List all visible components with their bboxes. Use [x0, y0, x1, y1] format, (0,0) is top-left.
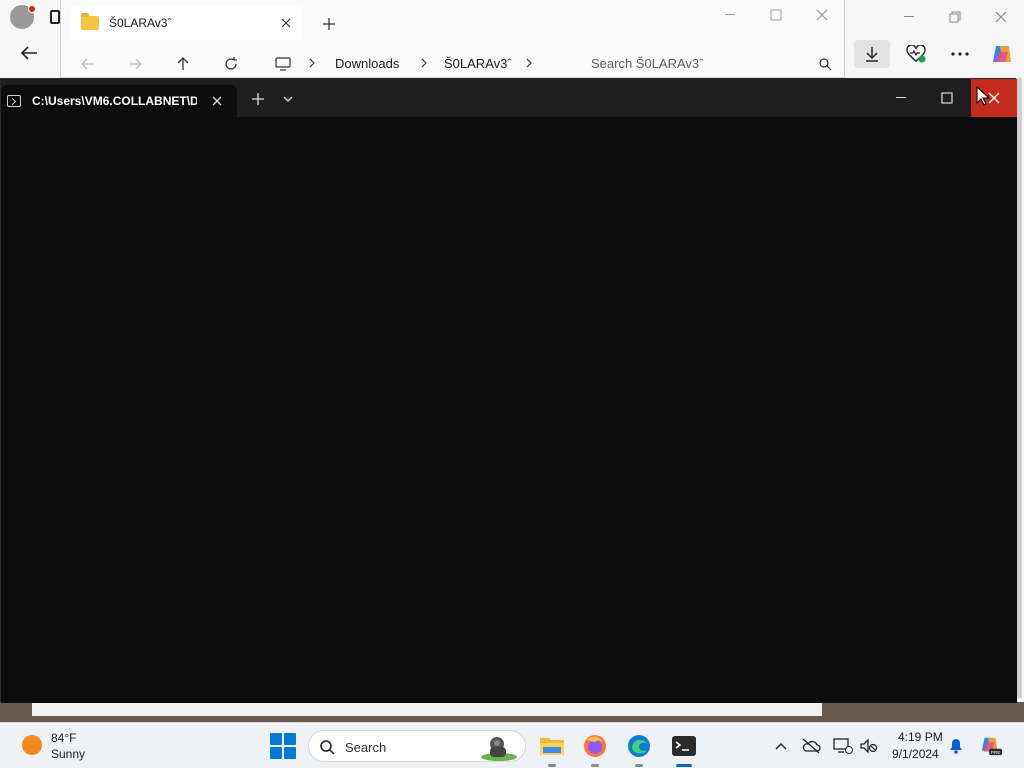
- weather-condition[interactable]: Sunny: [51, 747, 85, 761]
- explorer-tab-title: Š0LARAv3ˆ: [109, 16, 172, 30]
- clock-date[interactable]: 9/1/2024: [892, 747, 939, 761]
- browser-minimize-icon[interactable]: [895, 6, 925, 28]
- start-button[interactable]: [270, 733, 296, 759]
- copilot-icon[interactable]: [984, 40, 1020, 68]
- running-indicator: [635, 764, 643, 767]
- chevron-right-icon[interactable]: [523, 54, 535, 72]
- tab-actions-icon[interactable]: [50, 10, 60, 24]
- taskbar-search-placeholder: Search: [345, 740, 387, 755]
- chevron-right-icon[interactable]: [418, 54, 430, 72]
- terminal-minimize-icon[interactable]: [878, 79, 924, 117]
- nav-forward-icon[interactable]: [123, 52, 147, 76]
- file-explorer-window: Š0LARAv3ˆ Downloads Š0LARAv3ˆ Search Š0L…: [60, 0, 845, 78]
- file-explorer-taskbar-icon[interactable]: [537, 731, 567, 767]
- explorer-minimize-icon[interactable]: [713, 4, 749, 26]
- search-highlight-icon: [479, 733, 519, 761]
- explorer-search-input[interactable]: Search Š0LARAv3ˆ: [591, 52, 831, 76]
- terminal-titlebar[interactable]: C:\Users\VM6.COLLABNET\Dc: [1, 79, 1017, 117]
- notification-bell-icon[interactable]: [945, 735, 967, 757]
- search-icon: [818, 57, 832, 71]
- downloads-icon[interactable]: [854, 40, 890, 68]
- edge-taskbar-icon[interactable]: [624, 731, 654, 767]
- terminal-tab-title: C:\Users\VM6.COLLABNET\Dc: [32, 94, 197, 108]
- browser-restore-icon[interactable]: [940, 6, 970, 28]
- running-indicator: [548, 764, 556, 767]
- terminal-content[interactable]: [1, 117, 1017, 703]
- folder-icon: [81, 13, 99, 30]
- breadcrumb-downloads[interactable]: Downloads: [335, 56, 399, 71]
- explorer-maximize-icon[interactable]: [758, 4, 794, 26]
- terminal-tab-icon: [7, 95, 21, 107]
- search-icon: [319, 739, 335, 755]
- clock-time[interactable]: 4:19 PM: [898, 730, 943, 744]
- taskbar: 84°F Sunny Search 4:19 PM 9/1/2024 PRE: [0, 722, 1024, 768]
- nav-up-icon[interactable]: [171, 52, 195, 76]
- running-indicator: [591, 764, 599, 767]
- svg-text:PRE: PRE: [991, 750, 1000, 755]
- terminal-window: C:\Users\VM6.COLLABNET\Dc: [0, 78, 1017, 703]
- close-tab-icon[interactable]: [209, 93, 225, 109]
- browser-content-strip: [0, 702, 1024, 722]
- explorer-close-icon[interactable]: [804, 4, 840, 26]
- active-indicator: [676, 764, 692, 767]
- sun-icon[interactable]: [22, 735, 42, 755]
- taskbar-search-box[interactable]: Search: [308, 730, 526, 762]
- terminal-tab[interactable]: C:\Users\VM6.COLLABNET\Dc: [1, 85, 237, 117]
- close-tab-icon[interactable]: [277, 14, 295, 32]
- chevron-right-icon[interactable]: [306, 54, 318, 72]
- terminal-taskbar-icon[interactable]: [669, 731, 699, 767]
- nav-back-icon[interactable]: [76, 52, 100, 76]
- onedrive-offline-icon[interactable]: [800, 735, 822, 757]
- profile-avatar[interactable]: [10, 5, 36, 29]
- weather-temperature[interactable]: 84°F: [51, 731, 76, 745]
- this-pc-icon[interactable]: [271, 52, 295, 76]
- new-tab-icon[interactable]: [319, 14, 339, 34]
- more-options-icon[interactable]: [942, 40, 978, 68]
- new-tab-icon[interactable]: [247, 89, 269, 109]
- explorer-tab[interactable]: Š0LARAv3ˆ: [71, 6, 303, 40]
- notification-dot: [28, 5, 36, 13]
- health-extension-icon[interactable]: [898, 40, 934, 68]
- browser-close-icon[interactable]: [986, 6, 1016, 28]
- terminal-maximize-icon[interactable]: [924, 79, 970, 117]
- mouse-cursor-icon: [976, 85, 991, 106]
- back-arrow-icon[interactable]: [16, 40, 42, 66]
- network-icon[interactable]: [832, 735, 854, 757]
- breadcrumb-current-folder[interactable]: Š0LARAv3ˆ: [444, 56, 512, 71]
- copilot-pre-icon[interactable]: PRE: [980, 735, 1002, 757]
- refresh-icon[interactable]: [219, 52, 243, 76]
- firefox-taskbar-icon[interactable]: [580, 731, 610, 767]
- volume-muted-icon[interactable]: [858, 735, 880, 757]
- chevron-up-icon[interactable]: [770, 735, 792, 757]
- chevron-down-icon[interactable]: [277, 89, 299, 109]
